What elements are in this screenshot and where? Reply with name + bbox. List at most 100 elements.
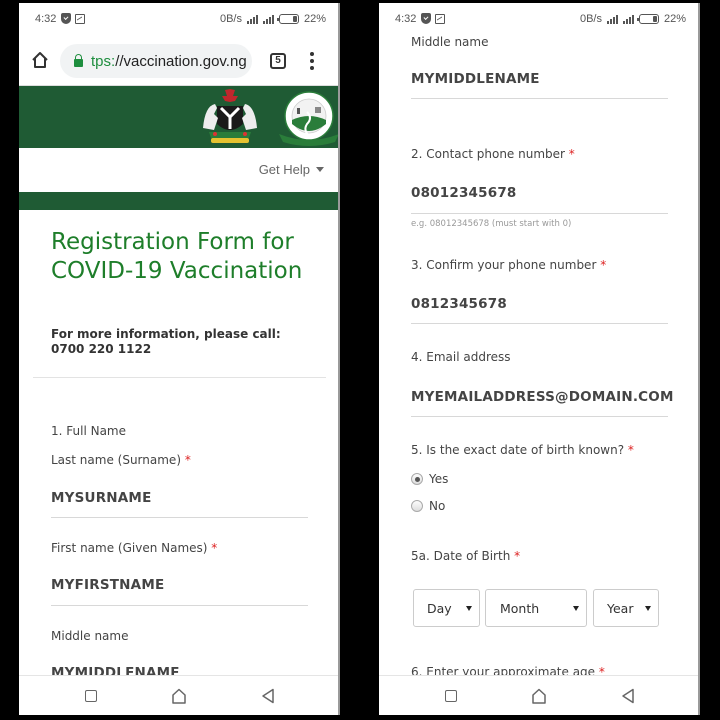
signal-icon: [246, 14, 258, 24]
middle-name-input[interactable]: MYMIDDLENAME: [51, 665, 180, 675]
radio-button[interactable]: [411, 500, 423, 512]
phone-input[interactable]: 08012345678: [411, 185, 517, 201]
q4-label: 4. Email address: [411, 350, 511, 364]
image-notification-icon: [435, 13, 445, 24]
input-underline: [411, 416, 668, 417]
recent-apps-icon[interactable]: [445, 690, 457, 702]
required-mark: *: [568, 147, 575, 161]
q5a-label-text: 5a. Date of Birth: [411, 549, 511, 563]
q6-label-text: 6. Enter your approximate age: [411, 665, 596, 675]
first-name-input[interactable]: MYFIRSTNAME: [51, 577, 164, 593]
caret-down-icon: [466, 606, 472, 611]
battery-percent: 22%: [663, 13, 686, 25]
first-name-label: First name (Given Names) *: [51, 541, 217, 555]
phone-hint: e.g. 08012345678 (must start with 0): [411, 219, 572, 229]
input-underline: [411, 98, 668, 99]
required-mark: *: [184, 453, 191, 467]
home-nav-icon[interactable]: [532, 688, 546, 704]
form-continued: Middle name MYMIDDLENAME 2. Contact phon…: [379, 3, 698, 675]
url-bar[interactable]: tps://vaccination.gov.ng: [60, 44, 252, 78]
network-speed: 0B/s: [579, 13, 602, 25]
battery-icon: [276, 14, 299, 24]
battery-percent: 22%: [303, 13, 326, 25]
divider: [33, 377, 326, 378]
back-nav-icon[interactable]: [261, 688, 275, 704]
site-nav: Get Help: [19, 148, 338, 192]
home-nav-icon[interactable]: [172, 688, 186, 704]
q2-label: 2. Contact phone number *: [411, 147, 575, 161]
phone-screenshot-right: Middle name MYMIDDLENAME 2. Contact phon…: [379, 3, 700, 715]
last-name-label: Last name (Surname) *: [51, 453, 191, 467]
q3-label: 3. Confirm your phone number *: [411, 258, 606, 272]
status-bar: 4:32 0B/s 22%: [19, 3, 338, 35]
recent-apps-icon[interactable]: [85, 690, 97, 702]
status-bar: 4:32 0B/s 22%: [379, 3, 698, 31]
site-banner: [19, 86, 338, 148]
home-icon[interactable]: [31, 51, 49, 69]
q5-label: 5. Is the exact date of birth known? *: [411, 443, 634, 457]
signal-icon: [606, 14, 618, 24]
android-nav-bar: [379, 675, 698, 715]
q3-label-text: 3. Confirm your phone number: [411, 258, 597, 272]
info-text: For more information, please call: 0700 …: [51, 327, 281, 357]
android-nav-bar: [19, 675, 338, 715]
input-underline: [51, 517, 308, 518]
radio-yes-label: Yes: [429, 472, 449, 486]
middle-name-label: Middle name: [51, 629, 129, 643]
url-scheme: tps:: [91, 52, 116, 70]
network-speed: 0B/s: [219, 13, 242, 25]
status-time: 4:32: [35, 13, 57, 25]
dob-day-value: Day: [427, 600, 452, 616]
first-name-label-text: First name (Given Names): [51, 541, 208, 555]
required-mark: *: [600, 258, 607, 272]
status-time: 4:32: [395, 13, 417, 25]
dob-month-select[interactable]: Month: [485, 589, 587, 627]
dob-day-select[interactable]: Day: [413, 589, 480, 627]
required-mark: *: [514, 549, 521, 563]
back-nav-icon[interactable]: [621, 688, 635, 704]
required-mark: *: [211, 541, 218, 555]
get-help-label: Get Help: [258, 162, 310, 177]
info-phone: 0700 220 1122: [51, 342, 152, 356]
q5-label-text: 5. Is the exact date of birth known?: [411, 443, 625, 457]
signal-icon-2: [262, 14, 274, 24]
q1-label: 1. Full Name: [51, 424, 126, 438]
middle-name-label: Middle name: [411, 35, 489, 49]
last-name-input[interactable]: MYSURNAME: [51, 490, 152, 506]
url-text: //vaccination.gov.ng: [115, 52, 247, 70]
lock-icon: [74, 53, 83, 67]
last-name-label-text: Last name (Surname): [51, 453, 181, 467]
dob-year-select[interactable]: Year: [593, 589, 659, 627]
ncdc-logo: [279, 91, 338, 146]
shield-icon: [61, 13, 71, 24]
dob-year-value: Year: [607, 600, 634, 616]
input-underline: [411, 213, 668, 214]
info-line: For more information, please call:: [51, 327, 281, 341]
middle-name-input[interactable]: MYMIDDLENAME: [411, 71, 540, 87]
shield-icon: [421, 13, 431, 24]
dob-month-value: Month: [500, 600, 540, 616]
caret-down-icon: [316, 167, 324, 172]
radio-button-checked[interactable]: [411, 473, 423, 485]
email-input[interactable]: MYEMAILADDRESS@DOMAIN.COM: [411, 389, 674, 405]
get-help-dropdown[interactable]: Get Help: [259, 162, 324, 177]
form-card: Registration Form for COVID-19 Vaccinati…: [19, 210, 338, 675]
radio-yes[interactable]: Yes: [411, 472, 448, 486]
confirm-phone-input[interactable]: 0812345678: [411, 296, 507, 312]
browser-toolbar: tps://vaccination.gov.ng 5: [19, 35, 338, 86]
tab-switcher-button[interactable]: 5: [270, 53, 286, 69]
green-strip: [19, 192, 338, 210]
image-notification-icon: [75, 13, 85, 24]
battery-icon: [636, 14, 659, 24]
more-menu-icon[interactable]: [310, 52, 314, 70]
coat-of-arms-logo: [203, 89, 257, 143]
input-underline: [411, 323, 668, 324]
radio-no[interactable]: No: [411, 499, 445, 513]
signal-icon-2: [622, 14, 634, 24]
q2-label-text: 2. Contact phone number: [411, 147, 565, 161]
caret-down-icon: [573, 606, 579, 611]
radio-no-label: No: [429, 499, 446, 513]
q5a-label: 5a. Date of Birth *: [411, 549, 520, 563]
phone-screenshot-left: 4:32 0B/s 22% tps://vaccination.gov.ng 5: [19, 3, 340, 715]
required-mark: *: [627, 443, 634, 457]
